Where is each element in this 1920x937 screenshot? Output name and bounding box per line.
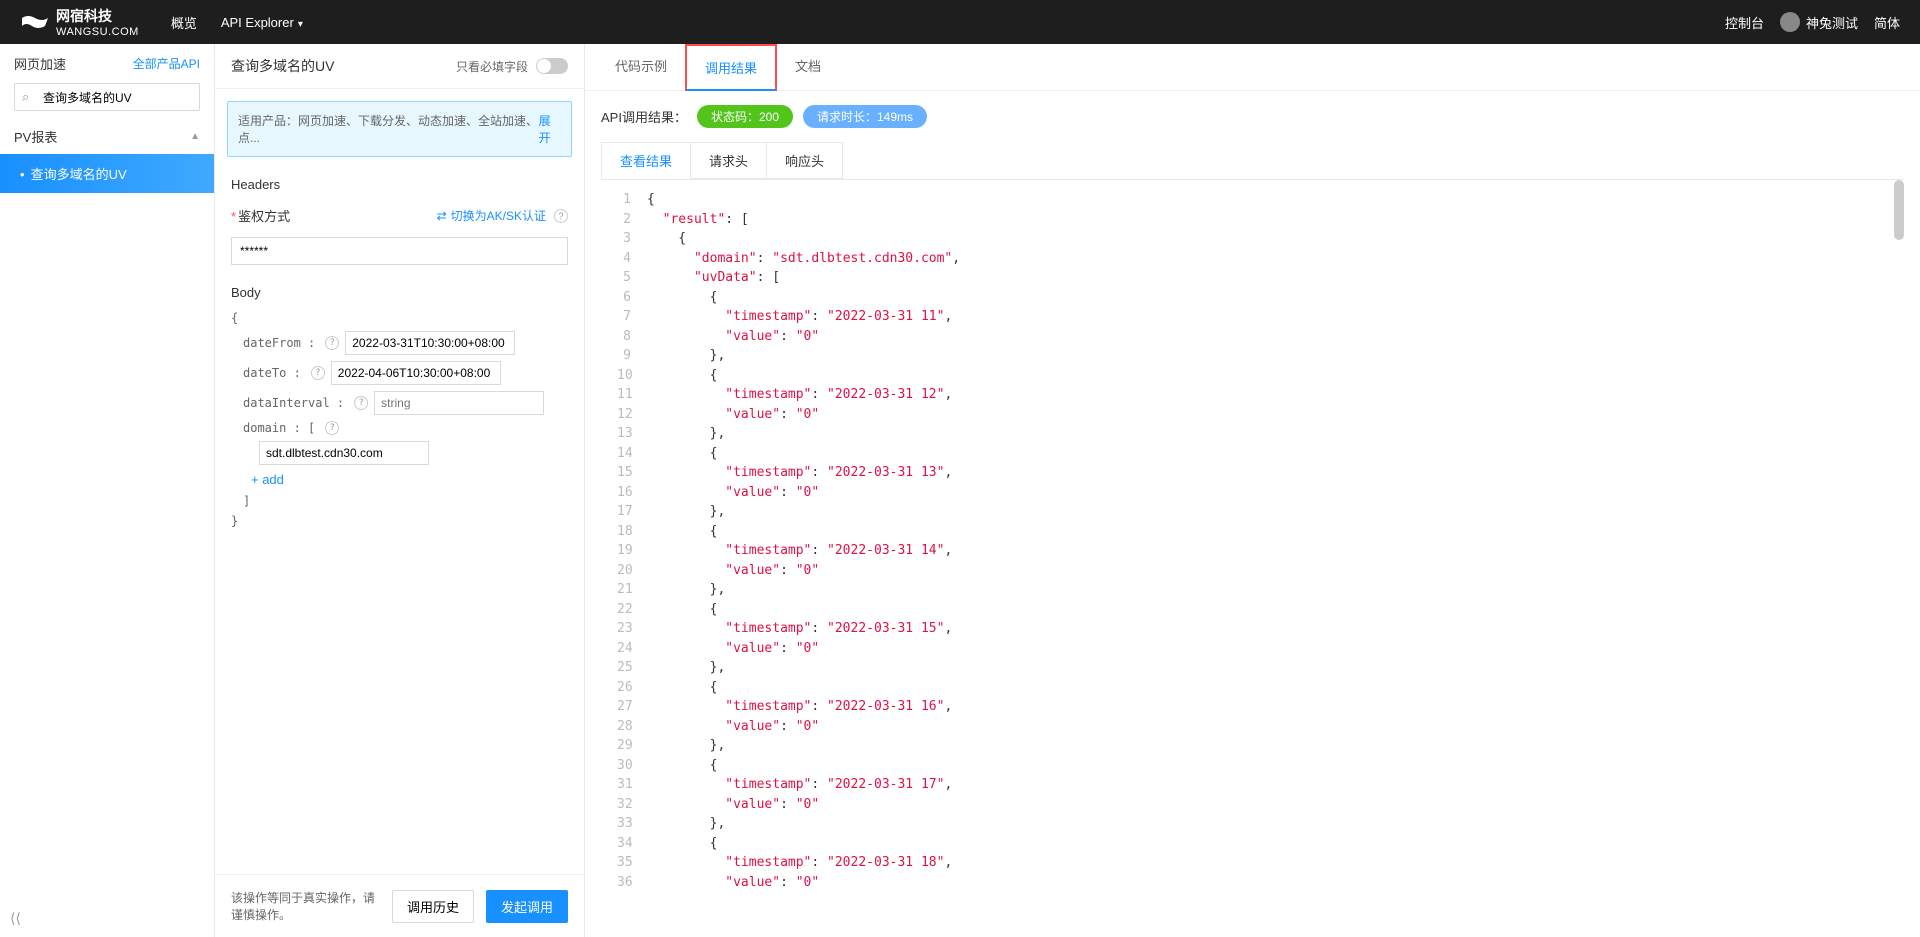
middle-panel: 查询多域名的UV 只看必填字段 适用产品：网页加速、下载分发、动态加速、全站加速… bbox=[215, 44, 585, 937]
brace-close: } bbox=[231, 511, 568, 531]
help-icon[interactable]: ? bbox=[325, 421, 339, 435]
lang-switch[interactable]: 简体 bbox=[1874, 13, 1900, 32]
brace-open: { bbox=[231, 308, 568, 328]
sidebar-collapse[interactable]: ⟨⟨ bbox=[0, 900, 214, 937]
console-link[interactable]: 控制台 bbox=[1725, 13, 1764, 32]
logo[interactable]: 网宿科技 WANGSU.COM bbox=[20, 6, 139, 38]
nav-overview[interactable]: 概览 bbox=[159, 13, 209, 32]
code-line: 9 }, bbox=[617, 346, 1888, 366]
code-line: 18 { bbox=[617, 522, 1888, 542]
nav-section-pv[interactable]: PV报表 ▲ bbox=[0, 119, 214, 154]
brand-en: WANGSU.COM bbox=[56, 26, 139, 38]
scrollbar[interactable] bbox=[1894, 180, 1904, 240]
code-line: 35 "timestamp": "2022-03-31 18", bbox=[617, 853, 1888, 873]
code-line: 5 "uvData": [ bbox=[617, 268, 1888, 288]
body-section: Body bbox=[231, 285, 568, 300]
code-line: 36 "value": "0" bbox=[617, 873, 1888, 893]
help-icon[interactable]: ? bbox=[325, 336, 339, 350]
toggle-label: 只看必填字段 bbox=[456, 58, 528, 75]
tab-code[interactable]: 代码示例 bbox=[597, 44, 685, 90]
history-button[interactable]: 调用历史 bbox=[392, 890, 474, 923]
help-icon[interactable]: ? bbox=[354, 396, 368, 410]
status-badge: 状态码：200 bbox=[697, 105, 793, 128]
code-line: 8 "value": "0" bbox=[617, 327, 1888, 347]
code-line: 33 }, bbox=[617, 814, 1888, 834]
tab-result[interactable]: 调用结果 bbox=[685, 44, 777, 91]
sidebar: 网页加速 全部产品API ⌕ PV报表 ▲ 查询多域名的UV ⟨⟨ bbox=[0, 44, 215, 937]
search-icon: ⌕ bbox=[22, 89, 29, 105]
code-line: 23 "timestamp": "2022-03-31 15", bbox=[617, 619, 1888, 639]
avatar bbox=[1780, 12, 1800, 32]
code-line: 24 "value": "0" bbox=[617, 639, 1888, 659]
code-line: 17 }, bbox=[617, 502, 1888, 522]
domain-input[interactable] bbox=[259, 441, 429, 465]
code-line: 16 "value": "0" bbox=[617, 483, 1888, 503]
subtab-view[interactable]: 查看结果 bbox=[601, 142, 691, 179]
code-line: 15 "timestamp": "2022-03-31 13", bbox=[617, 463, 1888, 483]
code-line: 32 "value": "0" bbox=[617, 795, 1888, 815]
help-icon[interactable]: ? bbox=[554, 209, 568, 223]
required-toggle[interactable] bbox=[536, 58, 568, 74]
tab-doc[interactable]: 文档 bbox=[777, 44, 839, 90]
code-line: 10 { bbox=[617, 366, 1888, 386]
call-button[interactable]: 发起调用 bbox=[486, 890, 568, 923]
code-line: 20 "value": "0" bbox=[617, 561, 1888, 581]
sidebar-item-uv[interactable]: 查询多域名的UV bbox=[0, 154, 214, 193]
search-input[interactable] bbox=[14, 83, 200, 111]
code-line: 26 { bbox=[617, 678, 1888, 698]
code-line: 22 { bbox=[617, 600, 1888, 620]
code-line: 28 "value": "0" bbox=[617, 717, 1888, 737]
code-line: 2 "result": [ bbox=[617, 210, 1888, 230]
subtab-req[interactable]: 请求头 bbox=[690, 142, 767, 179]
user-menu[interactable]: 神兔测试 bbox=[1780, 12, 1858, 32]
code-line: 30 { bbox=[617, 756, 1888, 776]
code-line: 21 }, bbox=[617, 580, 1888, 600]
code-line: 31 "timestamp": "2022-03-31 17", bbox=[617, 775, 1888, 795]
top-header: 网宿科技 WANGSU.COM 概览 API Explorer 控制台 神兔测试… bbox=[0, 0, 1920, 44]
code-line: 3 { bbox=[617, 229, 1888, 249]
auth-switch-link[interactable]: ⇄ 切换为AK/SK认证 ? bbox=[437, 207, 568, 224]
footer-warning: 该操作等同于真实操作，请谨慎操作。 bbox=[231, 889, 380, 923]
code-line: 14 { bbox=[617, 444, 1888, 464]
help-icon[interactable]: ? bbox=[311, 366, 325, 380]
code-line: 27 "timestamp": "2022-03-31 16", bbox=[617, 697, 1888, 717]
code-line: 4 "domain": "sdt.dlbtest.cdn30.com", bbox=[617, 249, 1888, 269]
all-products-link[interactable]: 全部产品API bbox=[133, 55, 200, 72]
code-line: 19 "timestamp": "2022-03-31 14", bbox=[617, 541, 1888, 561]
code-line: 25 }, bbox=[617, 658, 1888, 678]
code-line: 29 }, bbox=[617, 736, 1888, 756]
api-title: 查询多域名的UV bbox=[231, 56, 334, 76]
username: 神兔测试 bbox=[1806, 13, 1858, 32]
expand-link[interactable]: 展开 bbox=[539, 112, 561, 146]
code-line: 1{ bbox=[617, 190, 1888, 210]
nav-api-explorer[interactable]: API Explorer bbox=[209, 15, 315, 30]
collapse-icon: ▲ bbox=[190, 131, 200, 142]
api-result-label: API调用结果： bbox=[601, 107, 687, 126]
right-panel: 代码示例 调用结果 文档 API调用结果： 状态码：200 请求时长：149ms… bbox=[585, 44, 1920, 937]
code-line: 7 "timestamp": "2022-03-31 11", bbox=[617, 307, 1888, 327]
code-line: 13 }, bbox=[617, 424, 1888, 444]
subtab-res[interactable]: 响应头 bbox=[766, 142, 843, 179]
code-line: 11 "timestamp": "2022-03-31 12", bbox=[617, 385, 1888, 405]
auth-label: 鉴权方式 bbox=[231, 206, 290, 225]
datefrom-input[interactable] bbox=[345, 331, 515, 355]
code-viewer[interactable]: 1{2 "result": [3 {4 "domain": "sdt.dlbte… bbox=[601, 179, 1904, 937]
auth-input[interactable] bbox=[231, 237, 568, 265]
headers-section: Headers bbox=[231, 177, 568, 192]
datainterval-input[interactable] bbox=[374, 391, 544, 415]
sidebar-title: 网页加速 bbox=[14, 54, 66, 73]
time-badge: 请求时长：149ms bbox=[803, 105, 927, 128]
add-button[interactable]: + add bbox=[231, 468, 568, 491]
code-line: 12 "value": "0" bbox=[617, 405, 1888, 425]
code-line: 6 { bbox=[617, 288, 1888, 308]
dateto-input[interactable] bbox=[331, 361, 501, 385]
logo-icon bbox=[20, 10, 50, 34]
swap-icon: ⇄ bbox=[437, 209, 447, 223]
brand-cn: 网宿科技 bbox=[56, 6, 139, 26]
info-box: 适用产品：网页加速、下载分发、动态加速、全站加速、点... 展开 bbox=[227, 101, 572, 157]
code-line: 34 { bbox=[617, 834, 1888, 854]
